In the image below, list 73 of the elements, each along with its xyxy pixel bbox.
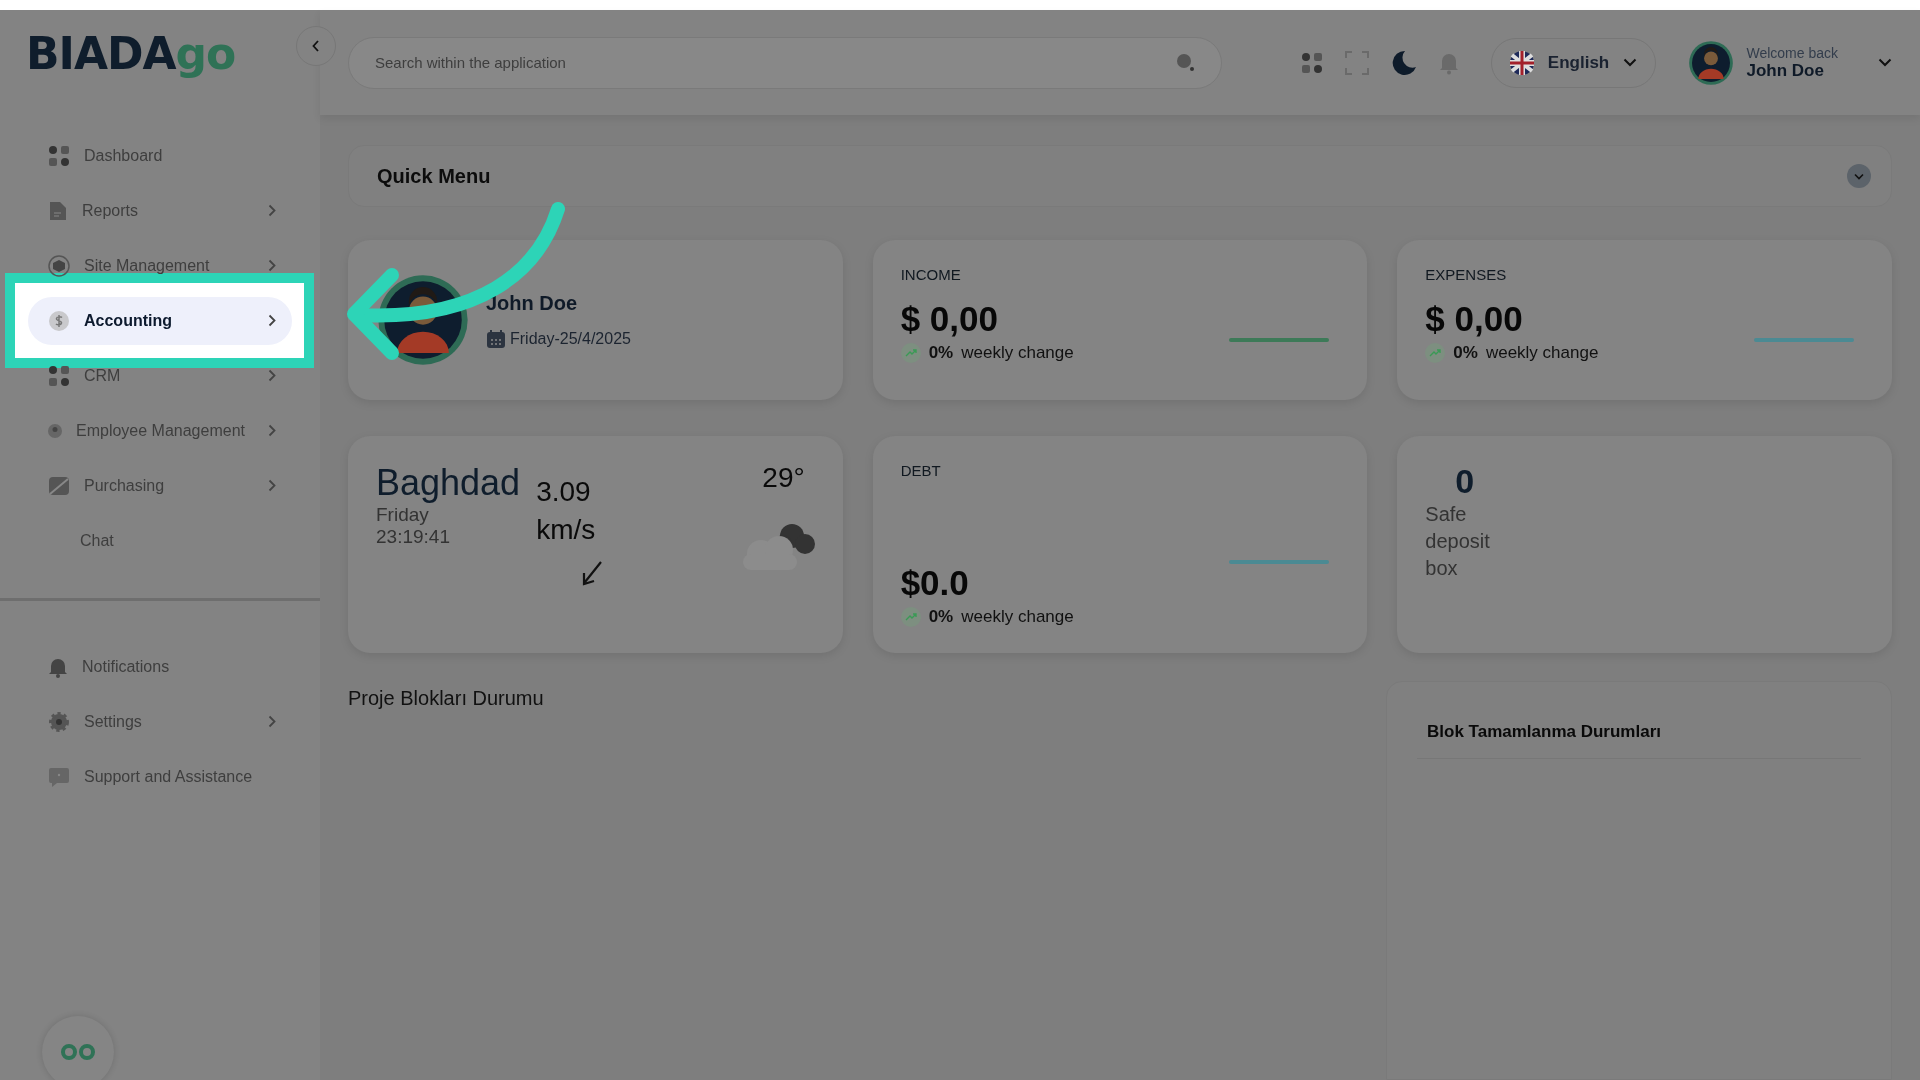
- wind-speed: 3.09: [536, 476, 591, 508]
- chevron-right-icon: [268, 259, 276, 272]
- stat-label: EXPENSES: [1425, 266, 1508, 283]
- sidebar-item[interactable]: Support and Assistance: [28, 749, 292, 804]
- dollar-icon: [48, 309, 70, 332]
- sidebar-item[interactable]: Chat: [28, 513, 292, 568]
- expand-button[interactable]: [1847, 164, 1871, 188]
- safe-deposit-label: Safe deposit box: [1425, 502, 1491, 581]
- chevron-right-icon: [268, 314, 276, 327]
- change-percent: 0%: [1453, 343, 1478, 363]
- document-icon: [48, 199, 68, 222]
- grid-icon: [48, 364, 70, 387]
- sidebar-item[interactable]: Site Management: [28, 238, 292, 293]
- change-label: weekly change: [961, 607, 1074, 627]
- change-label: weekly change: [1485, 343, 1599, 363]
- greeting-text: Welcome back: [1746, 44, 1838, 61]
- sidebar-item[interactable]: Notifications: [28, 639, 292, 694]
- weather-day: Friday: [376, 504, 521, 526]
- sidebar-item[interactable]: Employee Management: [28, 403, 292, 458]
- profile-date: Friday-25/4/2025: [510, 329, 631, 348]
- calendar-icon: [486, 328, 506, 349]
- sidebar-item[interactable]: Purchasing: [28, 458, 292, 513]
- change-label: weekly change: [961, 343, 1074, 363]
- sidebar-item[interactable]: Reports: [28, 183, 292, 238]
- search-field[interactable]: Search within the application: [348, 36, 1222, 89]
- chevron-down-icon: [1854, 172, 1864, 180]
- profile-name: John Doe: [486, 291, 579, 315]
- change-percent: 0%: [928, 607, 954, 627]
- chevron-down-icon[interactable]: [1878, 58, 1892, 67]
- chevron-right-icon: [268, 479, 276, 492]
- trend-up-icon: [900, 343, 921, 363]
- flag-icon: [1509, 50, 1534, 75]
- weather-time: 23:19:41: [376, 526, 451, 548]
- grid-icon: [1300, 51, 1323, 74]
- tag-icon: [48, 474, 70, 497]
- apps-icon[interactable]: [1300, 51, 1323, 74]
- help-chat-icon: [48, 765, 70, 788]
- trend-up-icon: [900, 607, 921, 627]
- sidebar-item[interactable]: Accounting: [28, 296, 292, 345]
- stat-amount: $ 0,00: [900, 299, 999, 339]
- wind-direction-icon: [580, 560, 605, 588]
- stat-amount: $ 0,00: [1425, 299, 1524, 339]
- sidebar-item[interactable]: Settings: [28, 694, 292, 749]
- chevron-left-icon: [312, 40, 320, 52]
- quick-menu-title: Quick Menu: [377, 164, 491, 188]
- box-icon: [48, 254, 70, 277]
- stat-amount: $0.0: [900, 563, 970, 603]
- chevron-down-icon: [1623, 58, 1638, 67]
- user-name: John Doe: [1746, 60, 1825, 81]
- sidebar-item[interactable]: CRM: [28, 348, 292, 403]
- search-icon: [1175, 52, 1196, 73]
- grid-icon: [48, 144, 70, 167]
- chevron-right-icon: [268, 369, 276, 382]
- chevron-right-icon: [268, 204, 276, 217]
- weather-city: Baghdad: [376, 462, 521, 504]
- trend-up-icon: [1425, 343, 1446, 363]
- chevron-right-icon: [268, 424, 276, 437]
- safe-deposit-count: 0: [1455, 462, 1476, 501]
- stat-label: INCOME: [900, 266, 962, 283]
- user-avatar: [1688, 39, 1735, 86]
- wind-unit: km/s: [536, 514, 596, 546]
- chevron-right-icon: [268, 715, 276, 728]
- moon-icon[interactable]: [1390, 49, 1417, 76]
- stat-label: DEBT: [900, 462, 942, 479]
- logo: BIADAgo: [26, 28, 236, 81]
- language-selector[interactable]: English: [1490, 37, 1657, 88]
- panel-title: Blok Tamamlanma Durumları: [1417, 722, 1861, 759]
- change-percent: 0%: [928, 343, 954, 363]
- settings-icon: [48, 710, 70, 733]
- sidebar-item[interactable]: Dashboard: [28, 128, 292, 183]
- section-title: Proje Blokları Durumu: [348, 687, 545, 710]
- person-icon: [48, 423, 62, 438]
- temperature: 29°: [762, 462, 805, 494]
